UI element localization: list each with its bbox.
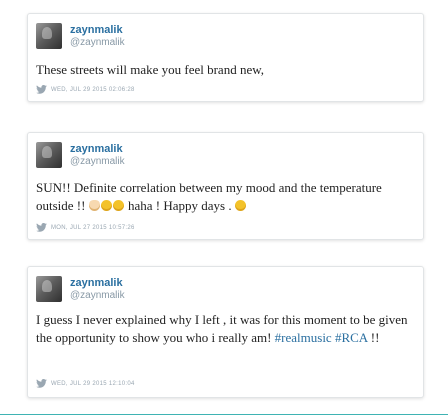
tweet-text-mid: haha ! Happy days . [124, 198, 232, 213]
twitter-bird-icon [36, 85, 47, 94]
twitter-bird-icon [36, 379, 47, 388]
hashtag-link[interactable]: #RCA [335, 330, 368, 345]
hashtag-link[interactable]: #realmusic [275, 330, 332, 345]
smile-emoji-icon [112, 200, 124, 211]
tweet-text: SUN!! Definite correlation between my mo… [36, 179, 415, 215]
author-name[interactable]: zaynmalik [70, 277, 123, 289]
tongue-out-emoji-icon [234, 200, 246, 211]
tweet-text-end: !! [367, 330, 380, 345]
author-handle[interactable]: @zaynmalik [70, 290, 125, 301]
author-name[interactable]: zaynmalik [70, 143, 123, 155]
tweet-meta: MON, JUL 27 2015 10:57:26 [36, 223, 135, 232]
author-handle[interactable]: @zaynmalik [70, 156, 125, 167]
tweet-meta: WED, JUL 29 2015 12:10:04 [36, 379, 135, 388]
avatar[interactable] [36, 142, 62, 168]
tweet-text: These streets will make you feel brand n… [36, 62, 265, 77]
tweet-meta: WED, JUL 29 2015 02:06:28 [36, 85, 135, 94]
author-name[interactable]: zaynmalik [70, 24, 123, 36]
tweet-card: zaynmalik @zaynmalik These streets will … [27, 13, 424, 102]
tweet-card: zaynmalik @zaynmalik I guess I never exp… [27, 266, 424, 398]
author-handle[interactable]: @zaynmalik [70, 37, 125, 48]
tweet-text: I guess I never explained why I left , i… [36, 311, 415, 347]
twitter-bird-icon [36, 223, 47, 232]
tweet-date[interactable]: MON, JUL 27 2015 10:57:26 [51, 225, 135, 231]
smile-emoji-icon [100, 200, 112, 211]
tweet-card: zaynmalik @zaynmalik SUN!! Definite corr… [27, 132, 424, 240]
avatar[interactable] [36, 23, 62, 49]
avatar[interactable] [36, 276, 62, 302]
tweet-date[interactable]: WED, JUL 29 2015 12:10:04 [51, 381, 135, 387]
tweet-date[interactable]: WED, JUL 29 2015 02:06:28 [51, 87, 135, 93]
divider [0, 414, 448, 415]
ok-hand-emoji-icon [88, 200, 100, 211]
